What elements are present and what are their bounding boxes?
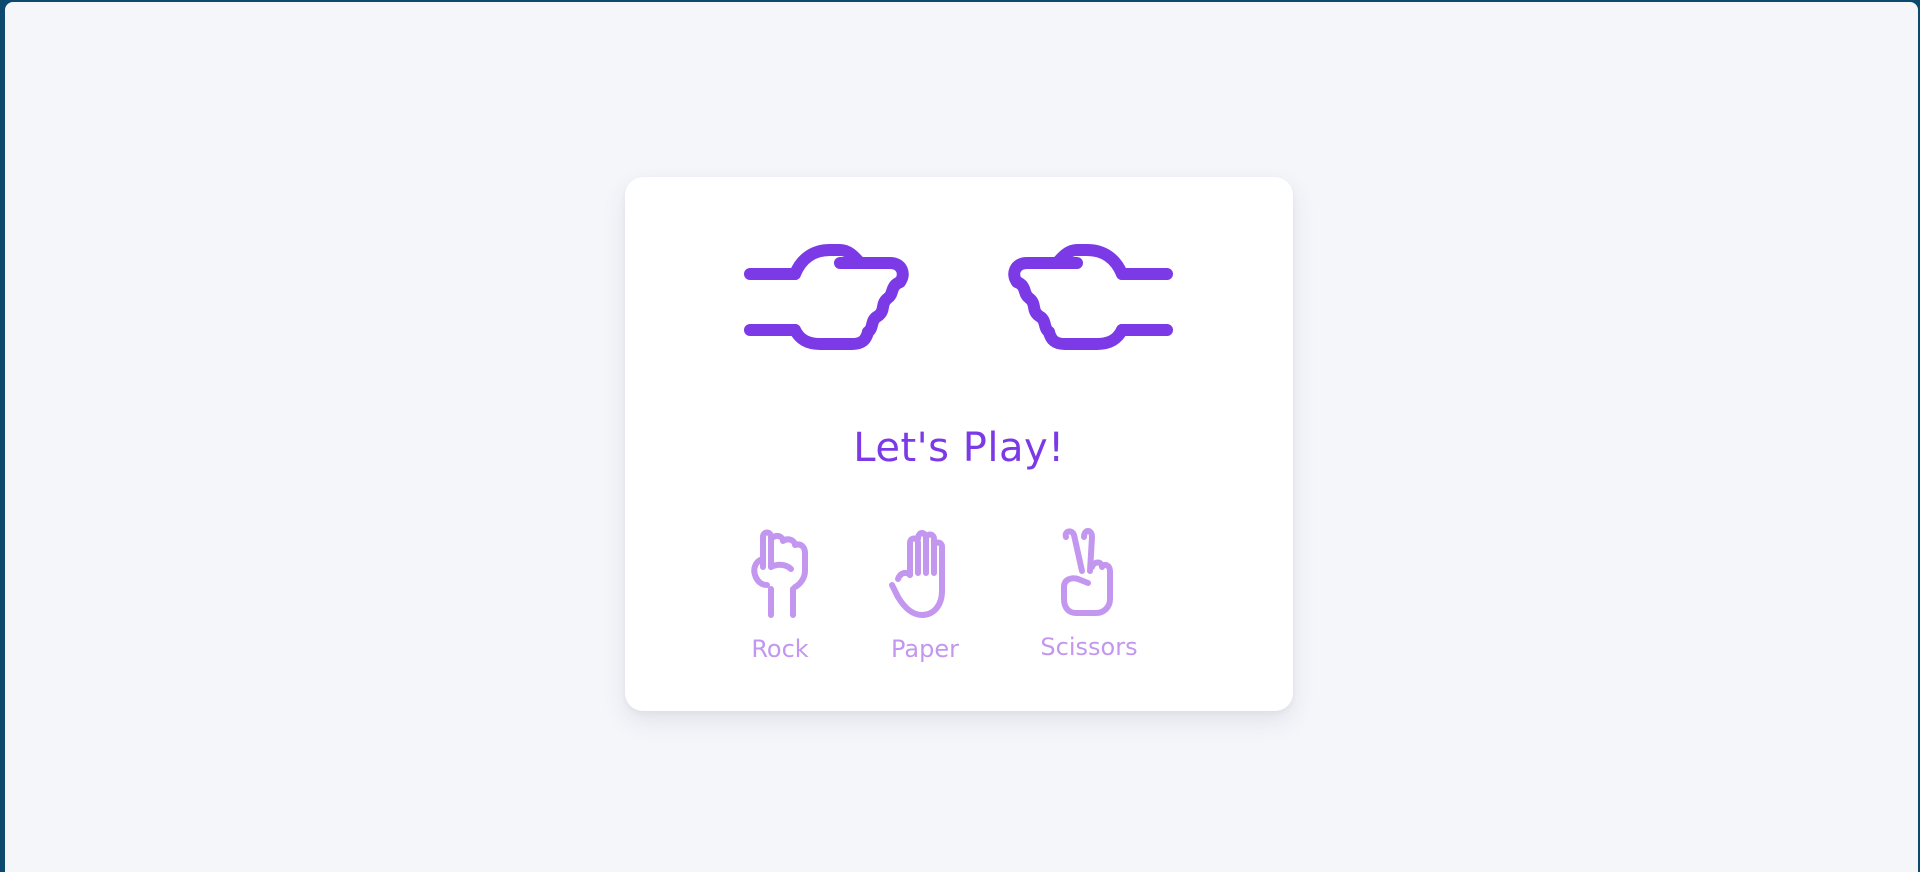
hands-display bbox=[625, 232, 1293, 372]
scissors-hand-icon bbox=[1061, 528, 1113, 616]
fist-pointing-right-icon bbox=[744, 244, 909, 350]
rock-label: Rock bbox=[751, 635, 809, 663]
paper-label: Paper bbox=[891, 635, 959, 663]
fist-pointing-left-icon bbox=[1008, 244, 1173, 350]
page-background: Let's Play! Rock Paper Scissors bbox=[5, 2, 1918, 872]
game-title: Let's Play! bbox=[853, 425, 1065, 471]
rock-hand-icon bbox=[751, 529, 808, 618]
player-hand bbox=[740, 232, 940, 372]
computer-hand bbox=[977, 232, 1177, 372]
rock-button[interactable]: Rock bbox=[715, 527, 845, 677]
scissors-button[interactable]: Scissors bbox=[1024, 527, 1154, 677]
choice-buttons: Rock Paper Scissors bbox=[625, 527, 1293, 677]
game-card: Let's Play! Rock Paper Scissors bbox=[625, 177, 1293, 711]
paper-button[interactable]: Paper bbox=[860, 527, 990, 677]
paper-hand-icon bbox=[889, 530, 945, 618]
scissors-label: Scissors bbox=[1040, 633, 1138, 661]
